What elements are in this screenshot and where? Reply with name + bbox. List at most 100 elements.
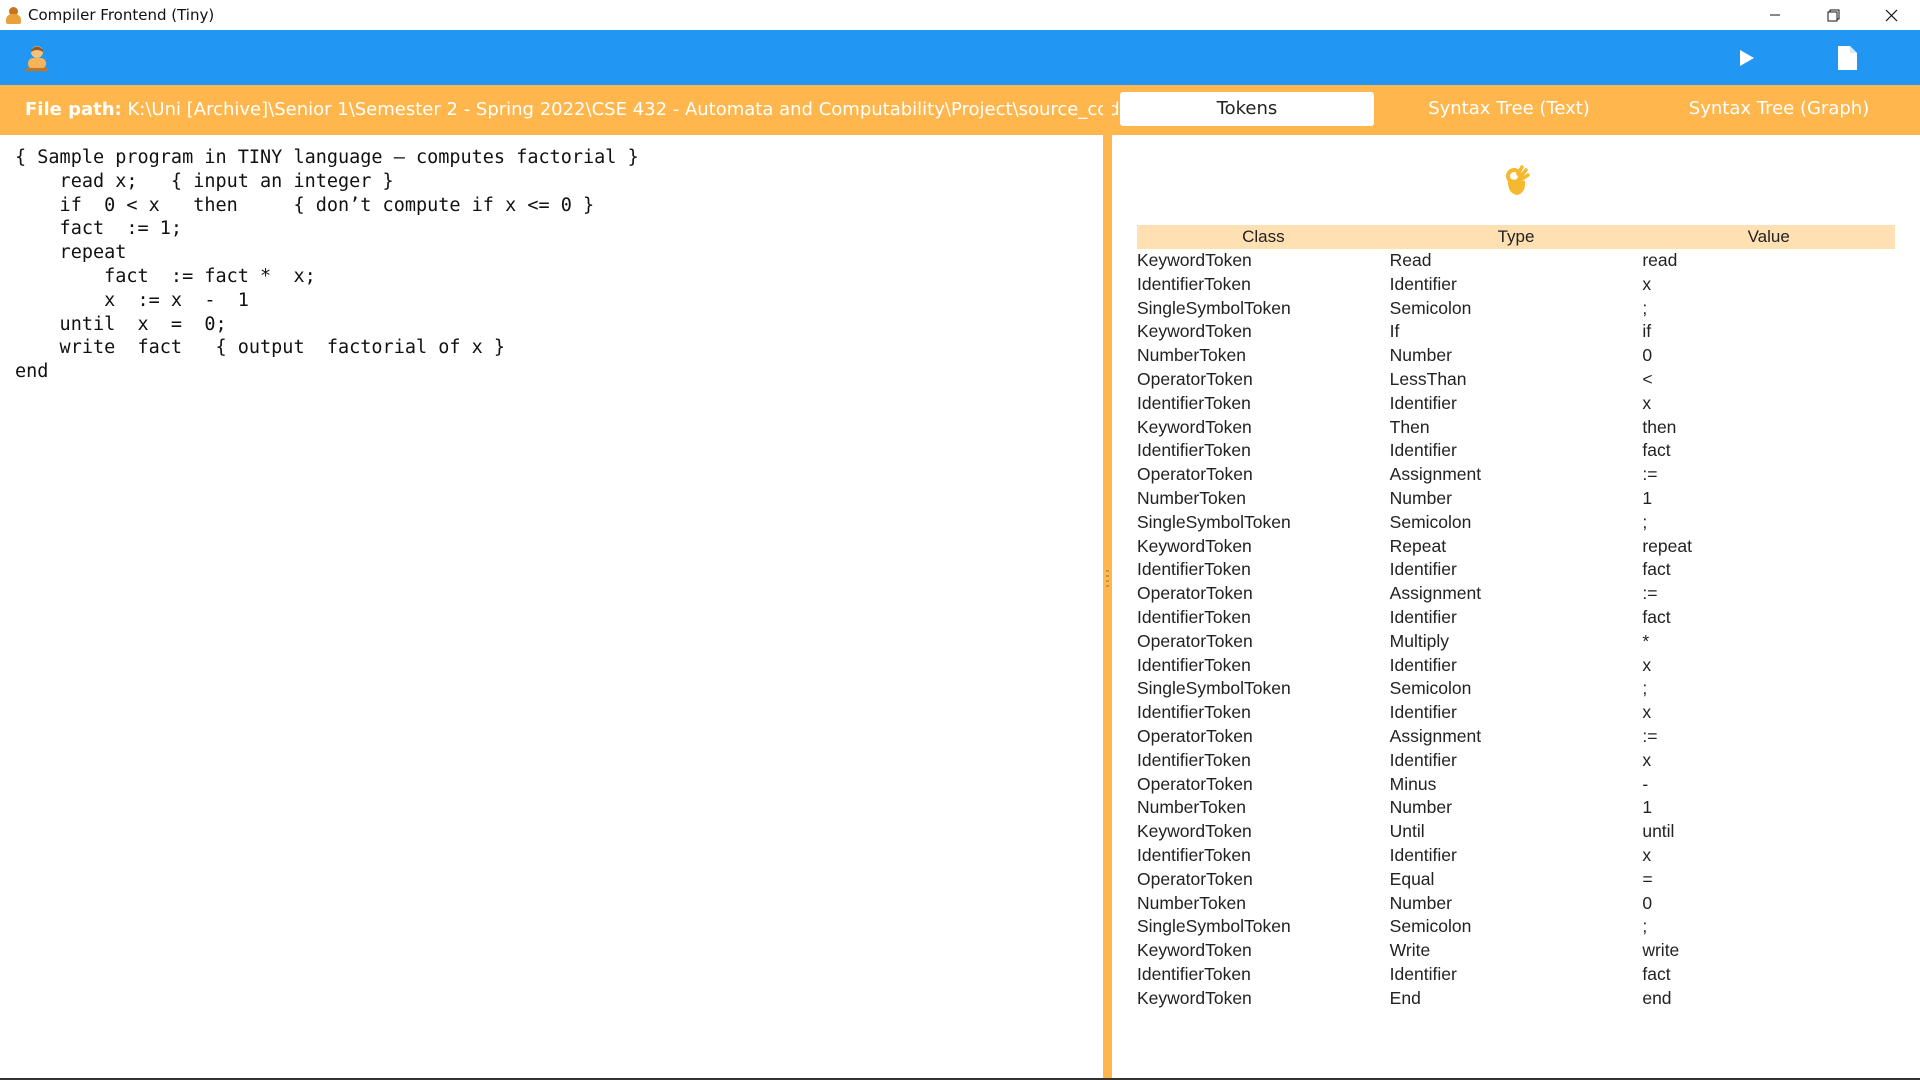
- table-header: Class Type Value: [1137, 225, 1895, 249]
- cell-type: Repeat: [1389, 535, 1447, 556]
- cell-class: OperatorToken: [1137, 773, 1253, 794]
- tokens-table: Class Type Value KeywordToken Read read Ide…: [1137, 225, 1895, 1011]
- table-row[interactable]: IdentifierToken Identifier x: [1137, 844, 1895, 868]
- tab-syntax-tree-text[interactable]: Syntax Tree (Text): [1374, 92, 1644, 126]
- table-row[interactable]: IdentifierToken Identifier fact: [1137, 606, 1895, 630]
- table-row[interactable]: OperatorToken Assignment:=: [1137, 463, 1895, 487]
- cell-type: Multiply: [1389, 630, 1449, 651]
- table-row[interactable]: SingleSymbolToken Semicolon;: [1137, 677, 1895, 701]
- tab-syntax-tree-graph[interactable]: Syntax Tree (Graph): [1644, 92, 1914, 126]
- cell-type: Number: [1389, 797, 1452, 818]
- run-button[interactable]: [1732, 45, 1762, 71]
- open-file-button[interactable]: [1832, 44, 1862, 72]
- table-body: KeywordToken Read read IdentifierToken Ident…: [1137, 249, 1895, 1011]
- cell-type: If: [1389, 321, 1400, 342]
- table-row[interactable]: IdentifierToken Identifier x: [1137, 749, 1895, 773]
- cell-value: write: [1642, 940, 1680, 961]
- table-row[interactable]: KeywordToken End end: [1137, 987, 1895, 1011]
- cell-class: OperatorToken: [1137, 868, 1253, 889]
- source-code[interactable]: { Sample program in TINY language – comp…: [15, 146, 639, 384]
- cell-class: KeywordToken: [1137, 250, 1252, 270]
- table-row[interactable]: KeywordToken Repeat repeat: [1137, 535, 1895, 559]
- cell-value: fact: [1642, 963, 1671, 984]
- table-row[interactable]: OperatorToken Equal =: [1137, 868, 1895, 892]
- cell-type: Number: [1389, 487, 1452, 508]
- table-row[interactable]: OperatorToken Multiply *: [1137, 630, 1895, 654]
- pane-splitter[interactable]: [1103, 85, 1112, 1080]
- code-editor[interactable]: { Sample program in TINY language – comp…: [0, 135, 1103, 1078]
- cell-class: IdentifierToken: [1137, 606, 1251, 627]
- restore-button[interactable]: [1804, 0, 1862, 30]
- table-row[interactable]: NumberToken Number 0: [1137, 892, 1895, 916]
- cell-class: IdentifierToken: [1137, 844, 1251, 865]
- cell-value: then: [1642, 416, 1677, 437]
- title-bar: Compiler Frontend (Tiny): [0, 0, 1920, 30]
- table-row[interactable]: OperatorToken LessThan <: [1137, 368, 1895, 392]
- cell-class: IdentifierToken: [1137, 963, 1251, 984]
- table-row[interactable]: KeywordToken Write write: [1137, 939, 1895, 963]
- cell-class: SingleSymbolToken: [1137, 916, 1291, 937]
- splitter-grip-icon[interactable]: [1106, 570, 1109, 590]
- cell-value: 0: [1642, 345, 1653, 366]
- table-row[interactable]: OperatorToken Assignment:=: [1137, 582, 1895, 606]
- ok-hand-icon: [1504, 165, 1530, 197]
- cell-class: KeywordToken: [1137, 416, 1252, 437]
- cell-value: ;: [1642, 511, 1648, 532]
- table-row[interactable]: OperatorToken Assignment:=: [1137, 725, 1895, 749]
- cell-type: Identifier: [1389, 654, 1457, 675]
- table-row[interactable]: SingleSymbolToken Semicolon;: [1137, 297, 1895, 321]
- close-button[interactable]: [1862, 0, 1920, 30]
- cell-class: OperatorToken: [1137, 464, 1253, 485]
- cell-class: IdentifierToken: [1137, 749, 1251, 770]
- cell-class: OperatorToken: [1137, 583, 1253, 604]
- table-row[interactable]: IdentifierToken Identifier x: [1137, 701, 1895, 725]
- table-row[interactable]: KeywordToken If if: [1137, 320, 1895, 344]
- cell-value: fact: [1642, 559, 1671, 580]
- table-row[interactable]: IdentifierToken Identifier fact: [1137, 558, 1895, 582]
- cell-value: 1: [1642, 487, 1653, 508]
- cell-value: x: [1642, 392, 1652, 413]
- cell-class: OperatorToken: [1137, 630, 1253, 651]
- user-icon[interactable]: [24, 44, 50, 72]
- cell-value: -: [1642, 773, 1649, 794]
- tab-tokens[interactable]: Tokens: [1120, 92, 1374, 126]
- cell-value: read: [1642, 250, 1678, 270]
- cell-class: NumberToken: [1137, 892, 1246, 913]
- file-path-label: File path:: [25, 99, 122, 120]
- table-row[interactable]: SingleSymbolToken Semicolon;: [1137, 915, 1895, 939]
- table-row[interactable]: SingleSymbolToken Semicolon;: [1137, 511, 1895, 535]
- cell-class: IdentifierToken: [1137, 702, 1251, 723]
- file-path-value: K:\Uni [Archive]\Senior 1\Semester 2 - S…: [127, 99, 1171, 120]
- cell-type: Semicolon: [1389, 511, 1472, 532]
- column-header-class[interactable]: Class: [1137, 225, 1390, 249]
- table-row[interactable]: NumberToken Number 1: [1137, 487, 1895, 511]
- table-row[interactable]: OperatorToken Minus -: [1137, 773, 1895, 797]
- table-row[interactable]: KeywordToken Then then: [1137, 416, 1895, 440]
- table-row[interactable]: NumberToken Number 0: [1137, 344, 1895, 368]
- tokens-panel: Class Type Value KeywordToken Read read Ide…: [1112, 135, 1920, 1078]
- minimize-button[interactable]: [1746, 0, 1804, 30]
- table-row[interactable]: KeywordToken Read read: [1137, 249, 1895, 273]
- table-row[interactable]: KeywordToken Until until: [1137, 820, 1895, 844]
- cell-type: Identifier: [1389, 440, 1457, 461]
- column-header-value[interactable]: Value: [1642, 225, 1895, 249]
- cell-value: ;: [1642, 297, 1648, 318]
- table-row[interactable]: IdentifierToken Identifier x: [1137, 654, 1895, 678]
- toolbar: [0, 30, 1920, 85]
- cell-type: Equal: [1389, 868, 1435, 889]
- table-row[interactable]: IdentifierToken Identifier x: [1137, 392, 1895, 416]
- table-row[interactable]: IdentifierToken Identifier fact: [1137, 439, 1895, 463]
- cell-value: :=: [1642, 725, 1658, 746]
- table-row[interactable]: IdentifierToken Identifier fact: [1137, 963, 1895, 987]
- cell-class: KeywordToken: [1137, 321, 1252, 342]
- table-row[interactable]: IdentifierToken Identifier x: [1137, 273, 1895, 297]
- table-row[interactable]: NumberToken Number 1: [1137, 796, 1895, 820]
- document-icon: [1838, 46, 1857, 70]
- cell-type: Number: [1389, 892, 1452, 913]
- cell-type: Identifier: [1389, 559, 1457, 580]
- cell-class: NumberToken: [1137, 797, 1246, 818]
- column-header-type[interactable]: Type: [1390, 225, 1643, 249]
- cell-type: Write: [1389, 940, 1431, 961]
- tab-bar: Tokens Syntax Tree (Text) Syntax Tree (G…: [1112, 85, 1920, 135]
- cell-type: Identifier: [1389, 392, 1457, 413]
